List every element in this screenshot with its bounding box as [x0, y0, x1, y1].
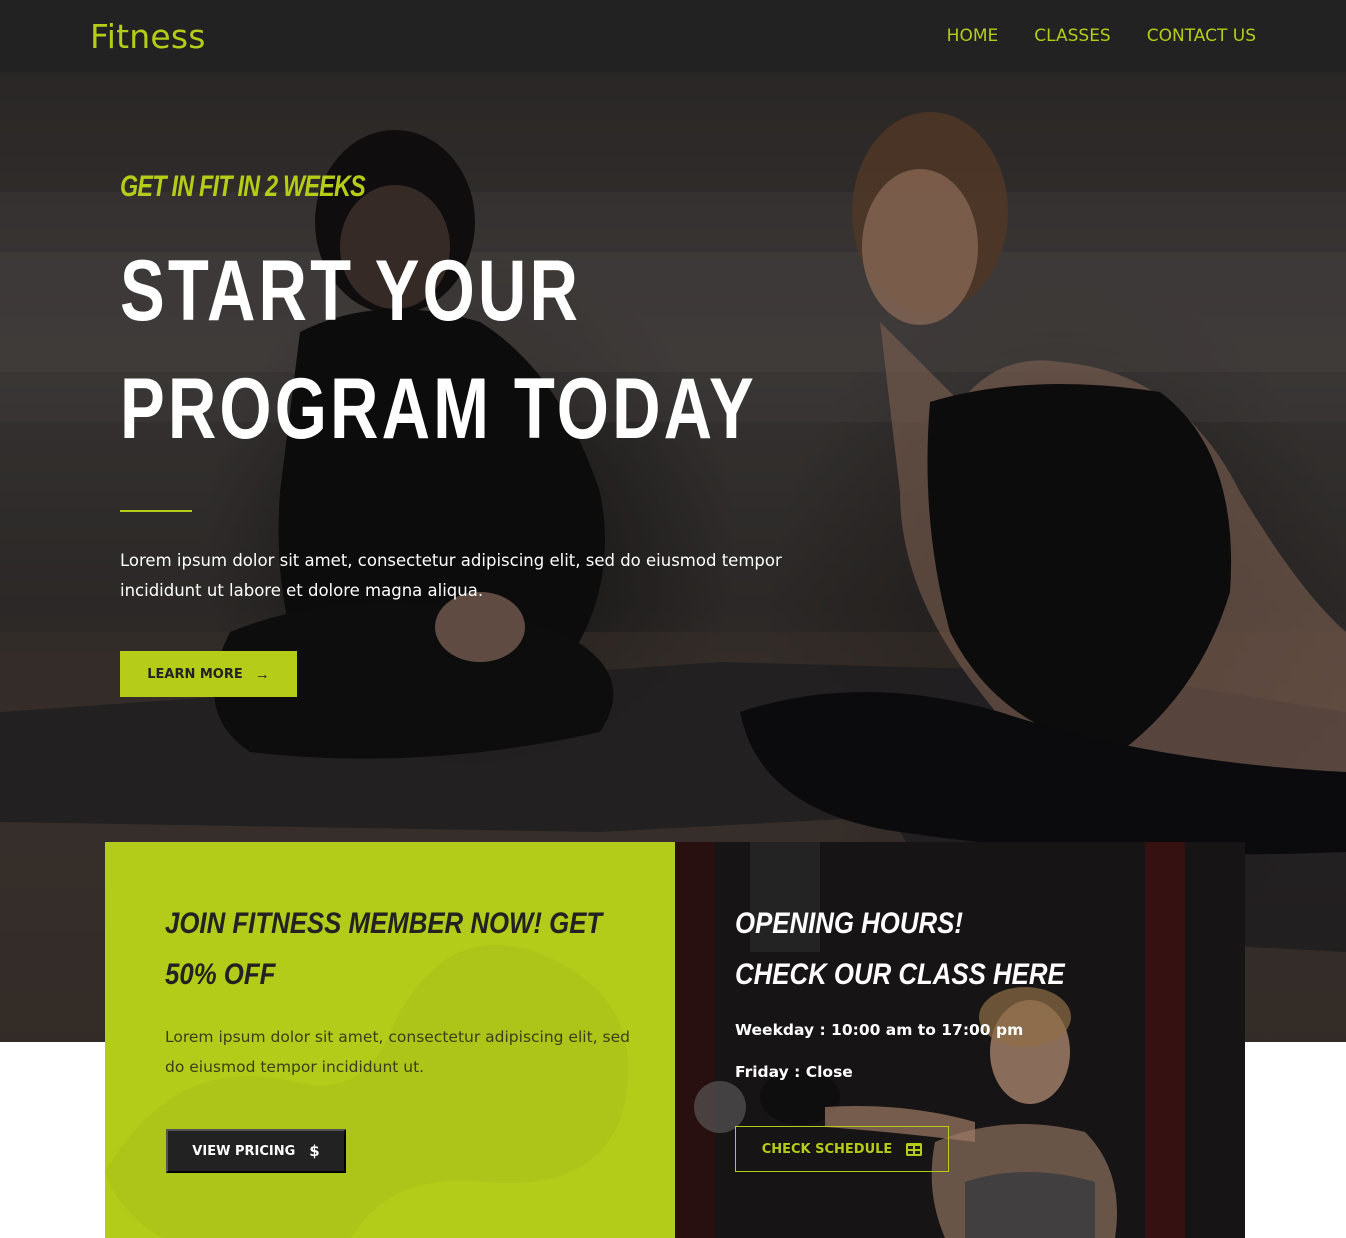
view-pricing-label: VIEW PRICING [192, 1143, 296, 1159]
learn-more-button[interactable]: LEARN MORE → [120, 651, 297, 697]
membership-title-line-1: JOIN FITNESS MEMBER NOW! GET [165, 907, 603, 940]
hero-tagline: GET IN FIT IN 2 WEEKS [120, 170, 366, 203]
navbar: Fitness HOME CLASSES CONTACT US [0, 0, 1346, 72]
membership-title: JOIN FITNESS MEMBER NOW! GET 50% OFF [165, 898, 602, 1000]
membership-card: JOIN FITNESS MEMBER NOW! GET 50% OFF Lor… [105, 842, 675, 1238]
opening-hours-card: OPENING HOURS! CHECK OUR CLASS HERE Week… [675, 842, 1245, 1238]
hero-title: START YOUR PROGRAM TODAY [120, 232, 757, 468]
hero-title-line-1: START YOUR [120, 243, 582, 339]
brand-logo[interactable]: Fitness [90, 16, 206, 58]
hero-description: Lorem ipsum dolor sit amet, consectetur … [120, 551, 782, 600]
nav-link-classes[interactable]: CLASSES [1034, 24, 1110, 48]
hours-title: OPENING HOURS! CHECK OUR CLASS HERE [735, 898, 1065, 1000]
dollar-icon: $ [309, 1142, 320, 1160]
membership-title-line-2: 50% OFF [165, 958, 276, 991]
nav-menu: HOME CLASSES CONTACT US [947, 24, 1256, 48]
check-schedule-button[interactable]: CHECK SCHEDULE [735, 1126, 949, 1172]
arrow-right-icon: → [254, 665, 270, 683]
check-schedule-label: CHECK SCHEDULE [761, 1141, 893, 1157]
hours-title-line-2: CHECK OUR CLASS HERE [735, 958, 1065, 991]
nav-link-contact[interactable]: CONTACT US [1147, 24, 1256, 48]
weekday-hours: Weekday : 10:00 am to 17:00 pm [735, 1021, 1024, 1039]
calendar-icon [906, 1142, 923, 1156]
nav-link-home[interactable]: HOME [947, 24, 999, 48]
hero-title-line-2: PROGRAM TODAY [120, 361, 757, 457]
membership-description: Lorem ipsum dolor sit amet, consectetur … [165, 1028, 630, 1076]
hours-title-line-1: OPENING HOURS! [735, 907, 963, 940]
view-pricing-button[interactable]: VIEW PRICING $ [166, 1129, 346, 1173]
learn-more-label: LEARN MORE [147, 666, 243, 682]
hero-divider [120, 510, 192, 512]
friday-hours: Friday : Close [735, 1063, 853, 1081]
